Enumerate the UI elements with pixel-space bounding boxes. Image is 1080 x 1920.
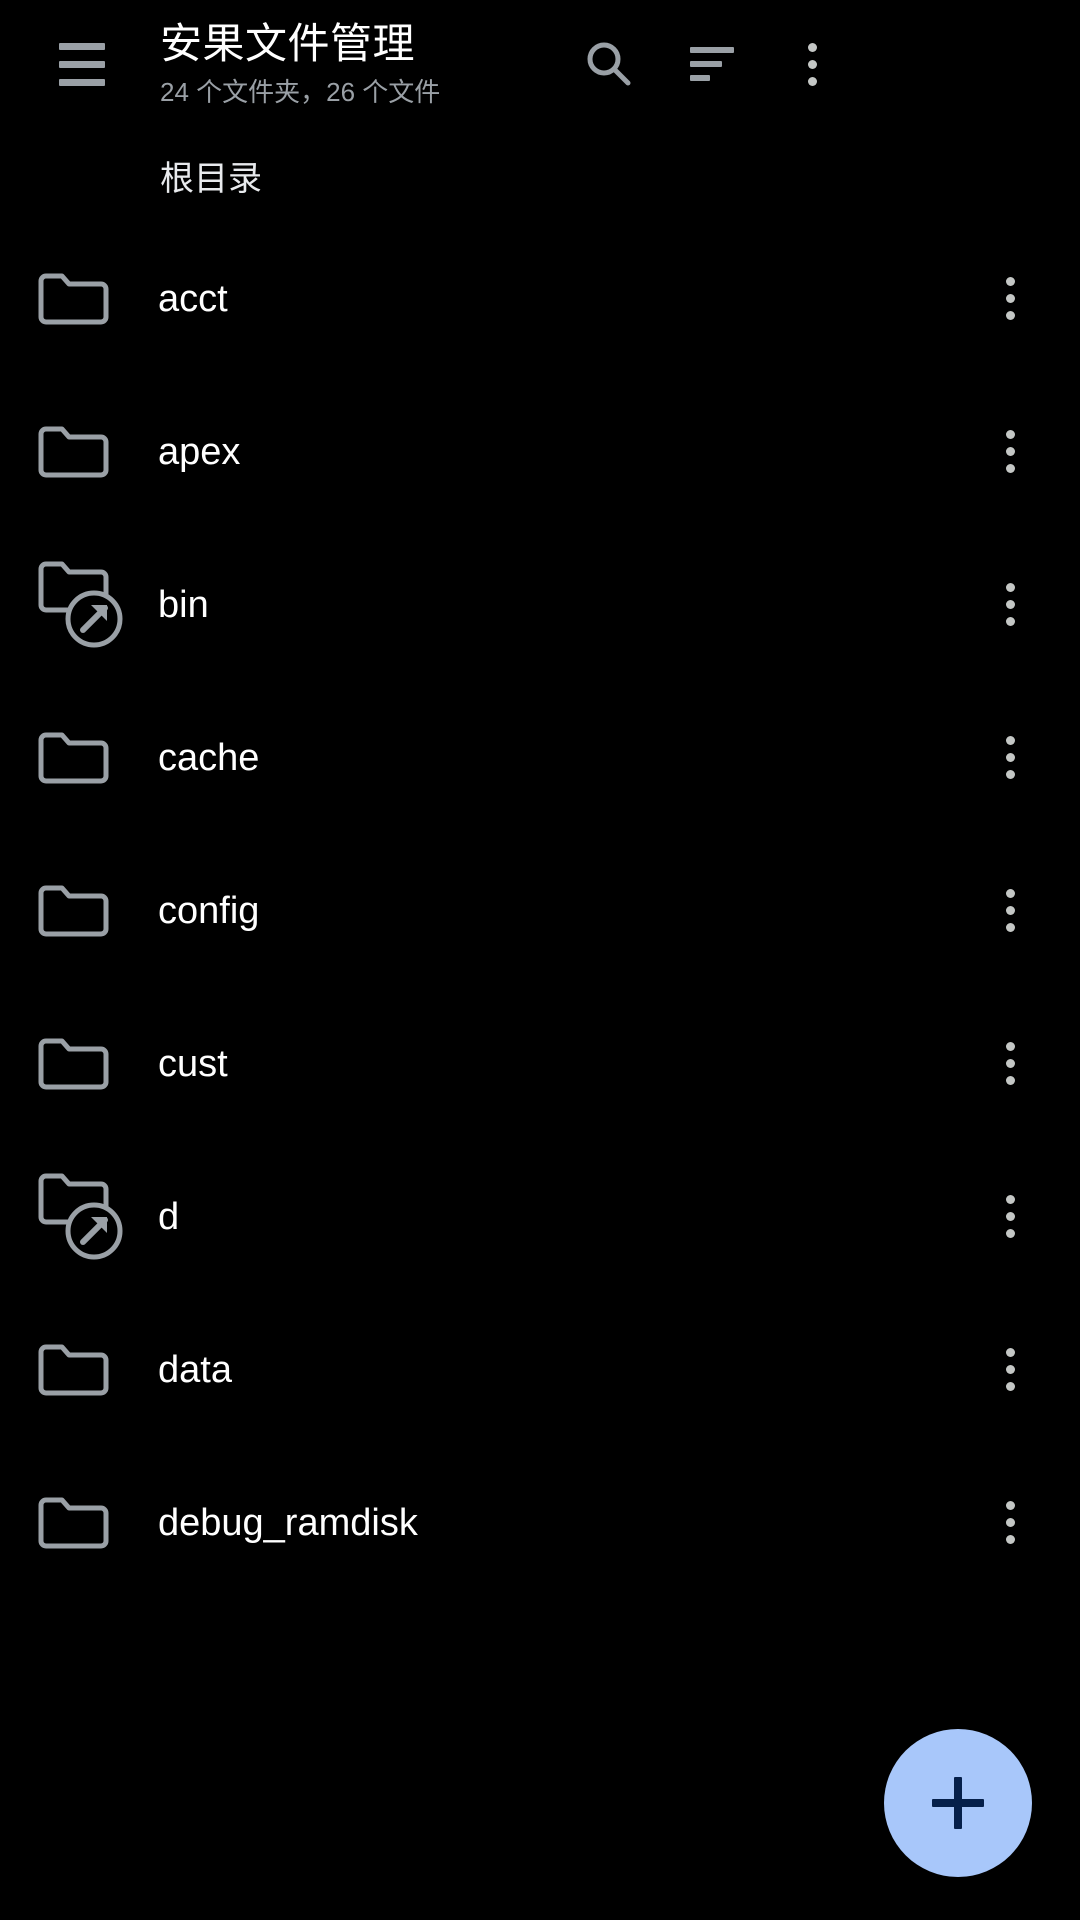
title-block: 安果文件管理 24 个文件夹，26 个文件 [160, 18, 560, 108]
row-overflow-button[interactable] [962, 834, 1058, 987]
kebab-dot [1005, 294, 1015, 303]
file-list-item[interactable]: config [0, 834, 1080, 987]
folder-symlink-icon [36, 528, 148, 681]
kebab-dot [1005, 464, 1015, 473]
breadcrumb-current-path[interactable]: 根目录 [160, 151, 262, 200]
kebab-dot [1005, 1535, 1015, 1544]
file-name-label: d [158, 1195, 180, 1238]
folder-icon [36, 222, 148, 375]
folder-icon [36, 987, 148, 1140]
kebab-dot [1005, 311, 1015, 320]
row-overflow-button[interactable] [962, 222, 1058, 375]
kebab-dot [807, 59, 817, 69]
overflow-menu-icon [1005, 1348, 1015, 1391]
kebab-dot [1005, 753, 1015, 762]
kebab-dot [1005, 447, 1015, 456]
plus-icon [932, 1777, 984, 1829]
overflow-menu-icon [1005, 1042, 1015, 1085]
file-manager-screen: 安果文件管理 24 个文件夹，26 个文件 根目录 acct apex bin … [0, 0, 1080, 1920]
overflow-menu-icon [1005, 889, 1015, 932]
file-name-label: cache [158, 736, 260, 779]
kebab-dot [1005, 1076, 1015, 1085]
hamburger-bar [59, 42, 105, 50]
row-overflow-button[interactable] [962, 1446, 1058, 1599]
kebab-dot [1005, 1212, 1015, 1221]
file-list-item[interactable]: cust [0, 987, 1080, 1140]
kebab-dot [1005, 430, 1015, 439]
hamburger-bar [59, 78, 105, 86]
kebab-dot [1005, 1501, 1015, 1510]
row-overflow-button[interactable] [962, 528, 1058, 681]
kebab-dot [1005, 583, 1015, 592]
overflow-menu-icon [1005, 583, 1015, 626]
kebab-dot [1005, 277, 1015, 286]
sort-icon [690, 47, 734, 81]
sort-bar [690, 75, 710, 81]
app-toolbar: 安果文件管理 24 个文件夹，26 个文件 [0, 0, 1080, 128]
row-overflow-button[interactable] [962, 987, 1058, 1140]
hamburger-menu-icon[interactable] [48, 30, 116, 98]
file-name-label: acct [158, 277, 228, 320]
folder-icon [36, 681, 148, 834]
sort-bar [690, 61, 722, 67]
file-list-item[interactable]: debug_ramdisk [0, 1446, 1080, 1599]
breadcrumb[interactable]: 根目录 [160, 146, 262, 204]
kebab-dot [1005, 1382, 1015, 1391]
page-subtitle: 24 个文件夹，26 个文件 [160, 77, 441, 107]
row-overflow-button[interactable] [962, 375, 1058, 528]
kebab-dot [1005, 1042, 1015, 1051]
kebab-dot [1005, 617, 1015, 626]
file-list-item[interactable]: apex [0, 375, 1080, 528]
kebab-dot [1005, 1195, 1015, 1204]
file-name-label: cust [158, 1042, 228, 1085]
file-list-item[interactable]: cache [0, 681, 1080, 834]
folder-icon [36, 375, 148, 528]
folder-icon [36, 834, 148, 987]
file-name-label: data [158, 1348, 232, 1391]
search-button[interactable] [572, 28, 644, 100]
folder-icon [36, 1293, 148, 1446]
kebab-dot [1005, 736, 1015, 745]
overflow-menu-icon [1005, 1195, 1015, 1238]
file-list[interactable]: acct apex bin cache config cust d data d… [0, 222, 1080, 1920]
file-list-item[interactable]: data [0, 1293, 1080, 1446]
kebab-dot [1005, 1518, 1015, 1527]
kebab-dot [1005, 1348, 1015, 1357]
kebab-dot [1005, 1365, 1015, 1374]
kebab-dot [1005, 906, 1015, 915]
kebab-dot [1005, 1059, 1015, 1068]
row-overflow-button[interactable] [962, 681, 1058, 834]
overflow-menu-icon [1005, 736, 1015, 779]
overflow-menu-icon [1005, 430, 1015, 473]
kebab-dot [1005, 1229, 1015, 1238]
kebab-dot [1005, 889, 1015, 898]
file-name-label: config [158, 889, 260, 932]
file-list-item[interactable]: bin [0, 528, 1080, 681]
row-overflow-button[interactable] [962, 1140, 1058, 1293]
search-icon [587, 42, 631, 86]
file-name-label: debug_ramdisk [158, 1501, 418, 1544]
kebab-dot [1005, 770, 1015, 779]
kebab-dot [1005, 923, 1015, 932]
kebab-dot [807, 76, 817, 86]
kebab-dot [807, 42, 817, 52]
overflow-menu-icon [1005, 277, 1015, 320]
file-list-item[interactable]: d [0, 1140, 1080, 1293]
file-list-item[interactable]: acct [0, 222, 1080, 375]
file-name-label: bin [158, 583, 209, 626]
page-title: 安果文件管理 [160, 20, 416, 67]
hamburger-bar [59, 60, 105, 68]
sort-bar [690, 47, 734, 53]
sort-button[interactable] [676, 28, 748, 100]
kebab-dot [1005, 600, 1015, 609]
folder-symlink-icon [36, 1140, 148, 1293]
overflow-menu-button[interactable] [776, 28, 848, 100]
file-name-label: apex [158, 430, 241, 473]
row-overflow-button[interactable] [962, 1293, 1058, 1446]
overflow-menu-icon [807, 42, 817, 86]
folder-icon [36, 1446, 148, 1599]
add-button[interactable] [884, 1729, 1032, 1877]
overflow-menu-icon [1005, 1501, 1015, 1544]
